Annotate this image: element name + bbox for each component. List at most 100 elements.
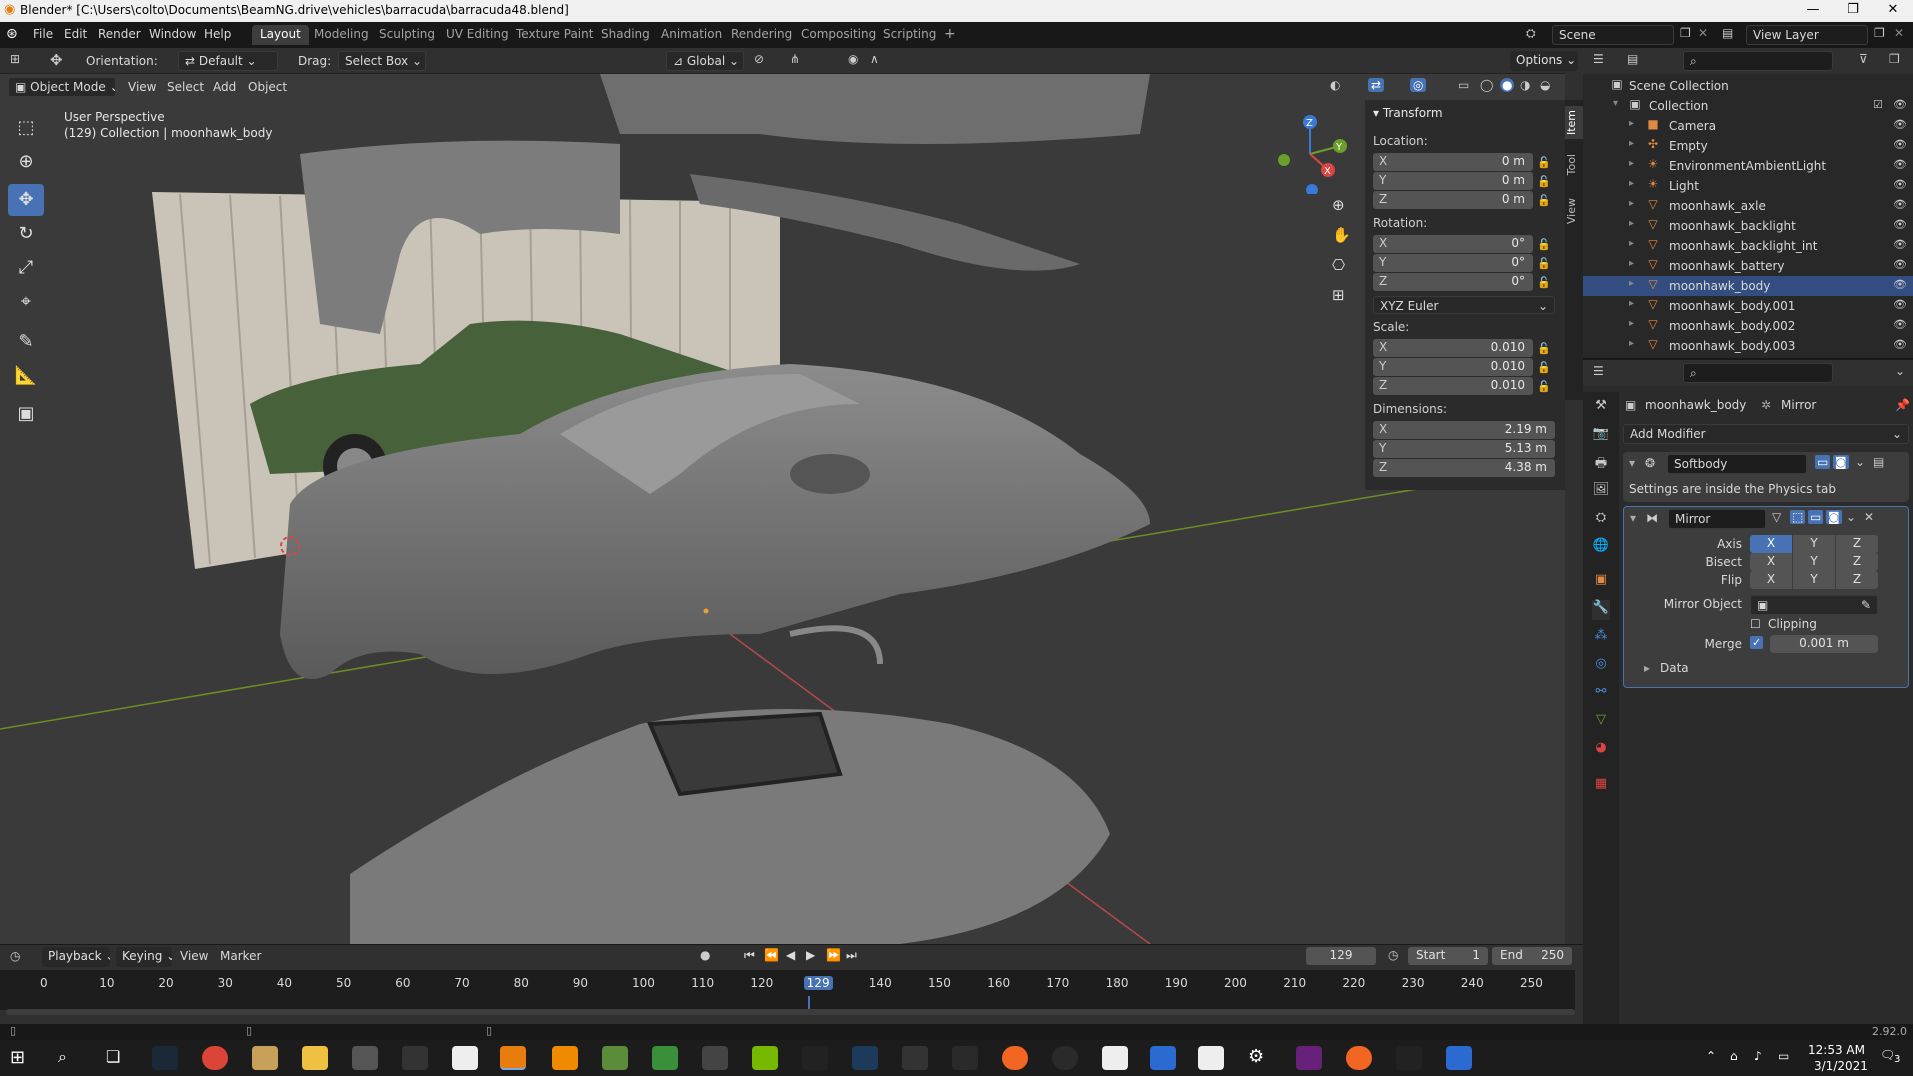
- bisect-y-toggle[interactable]: Y: [1793, 553, 1835, 571]
- particles-properties-icon[interactable]: ⁂: [1592, 628, 1610, 648]
- editmode-toggle-icon[interactable]: ▭: [1815, 455, 1831, 469]
- material-shading-icon[interactable]: ◑: [1520, 78, 1530, 92]
- drag-dropdown[interactable]: Select Box ⌄: [338, 51, 426, 71]
- windows-start-icon[interactable]: ⊞: [10, 1047, 25, 1068]
- proportional-edit-icon[interactable]: ◉: [848, 52, 858, 66]
- output-properties-icon[interactable]: 🖶: [1592, 454, 1610, 474]
- flip-z-toggle[interactable]: Z: [1836, 571, 1878, 589]
- render-toggle-icon[interactable]: ◙: [1826, 510, 1842, 524]
- app-icon[interactable]: [1446, 1046, 1472, 1070]
- jump-keyframe-forward-icon[interactable]: ⏩: [826, 948, 841, 962]
- display-icon[interactable]: ▭: [1778, 1049, 1789, 1063]
- eye-icon[interactable]: 👁: [1893, 338, 1907, 351]
- app-icon[interactable]: [252, 1046, 278, 1070]
- outliner-item-moonhawk-body-002[interactable]: ▸ ▽ moonhawk_body.002 👁: [1583, 316, 1913, 336]
- scene-selector[interactable]: Scene: [1552, 25, 1674, 45]
- eye-icon[interactable]: 👁: [1893, 278, 1907, 291]
- minimize-icon[interactable]: —: [1793, 2, 1833, 17]
- steam-icon[interactable]: [152, 1046, 178, 1070]
- chevron-down-icon[interactable]: ⌄: [1846, 510, 1856, 524]
- 3d-viewport[interactable]: ▣ Object Mode ⌄ View Select Add Object ◐…: [0, 74, 1565, 944]
- lock-icon[interactable]: 🔓: [1537, 380, 1551, 393]
- outliner-item-moonhawk-body-003[interactable]: ▸ ▽ moonhawk_body.003 👁: [1583, 336, 1913, 356]
- menu-window[interactable]: Window: [149, 27, 196, 41]
- axis-z-toggle[interactable]: Z: [1836, 535, 1878, 553]
- move-tool-button[interactable]: ✥: [8, 184, 44, 216]
- display-mode-icon[interactable]: ▤: [1627, 52, 1638, 66]
- location-x-field[interactable]: X0 m: [1373, 153, 1533, 171]
- timeline-scrubber[interactable]: [0, 970, 1575, 1010]
- dimensions-y-field[interactable]: Y 5.13 m: [1373, 440, 1555, 458]
- editor-type-icon[interactable]: ⊞: [10, 52, 20, 66]
- eye-icon[interactable]: 👁: [1893, 118, 1907, 131]
- eye-icon[interactable]: 👁: [1893, 138, 1907, 151]
- vlc-icon[interactable]: [552, 1046, 578, 1070]
- properties-search-input[interactable]: ⌕: [1683, 363, 1833, 383]
- outliner-collection[interactable]: ▾ ▣ Collection ☑ 👁: [1583, 96, 1913, 116]
- eye-icon[interactable]: 👁: [1893, 318, 1907, 331]
- timeline-editor-icon[interactable]: ◷: [10, 949, 20, 963]
- outliner-item-camera[interactable]: ▸ ■ Camera 👁: [1583, 116, 1913, 136]
- modifier-properties-icon[interactable]: 🔧: [1592, 600, 1610, 620]
- view-layer-icon[interactable]: ▤: [1722, 26, 1733, 40]
- current-frame-field[interactable]: 129: [1306, 947, 1376, 965]
- falloff-icon[interactable]: ∧: [870, 52, 879, 66]
- rotate-tool-icon[interactable]: ↻: [8, 218, 44, 250]
- zoom-icon[interactable]: ⊕: [1332, 196, 1345, 214]
- scale-z-field[interactable]: Z 0.010: [1373, 377, 1533, 395]
- search-icon[interactable]: ⌕: [58, 1047, 67, 1067]
- texture-properties-icon[interactable]: ▦: [1592, 776, 1610, 796]
- viewport-menu-select[interactable]: Select: [167, 80, 204, 94]
- data-subpanel[interactable]: Data: [1660, 661, 1689, 675]
- eye-icon[interactable]: 👁: [1893, 158, 1907, 171]
- chevron-down-icon[interactable]: ⌄: [1855, 455, 1865, 469]
- expand-icon[interactable]: ▾: [1613, 98, 1618, 109]
- mirror-name-field[interactable]: Mirror: [1668, 509, 1766, 529]
- collapse-icon[interactable]: ▾: [1630, 511, 1636, 525]
- object-properties-icon[interactable]: ▣: [1592, 572, 1610, 592]
- app-icon[interactable]: [952, 1046, 978, 1070]
- play-reverse-icon[interactable]: ◀: [786, 948, 795, 962]
- add-modifier-dropdown[interactable]: Add Modifier ⌄: [1623, 424, 1909, 444]
- render-properties-icon[interactable]: 📷: [1592, 426, 1610, 446]
- collapse-icon[interactable]: ▾: [1629, 456, 1635, 470]
- outliner-item-moonhawk-axle[interactable]: ▸ ▽ moonhawk_axle 👁: [1583, 196, 1913, 216]
- overlay-toggle-icon[interactable]: ◎: [1410, 78, 1427, 92]
- lock-icon[interactable]: 🔓: [1537, 194, 1551, 207]
- minecraft-icon[interactable]: [602, 1046, 628, 1070]
- outliner-editor-icon[interactable]: ☰: [1593, 52, 1604, 66]
- tab-shading[interactable]: Shading: [593, 25, 658, 45]
- rotation-y-field[interactable]: Y 0°: [1373, 254, 1533, 272]
- timeline-scrollbar[interactable]: [6, 1009, 1575, 1015]
- rotation-x-field[interactable]: X 0°: [1373, 235, 1533, 253]
- apply-icon[interactable]: ▤: [1873, 455, 1884, 469]
- volume-icon[interactable]: ♪: [1754, 1049, 1762, 1063]
- ortho-grid-icon[interactable]: ⊞: [1332, 286, 1345, 304]
- eye-icon[interactable]: 👁: [1893, 238, 1907, 251]
- view-layer-selector[interactable]: View Layer: [1746, 25, 1868, 45]
- app-icon[interactable]: [1052, 1046, 1078, 1070]
- tab-texture-paint[interactable]: Texture Paint: [508, 25, 601, 45]
- flip-x-toggle[interactable]: X: [1750, 571, 1792, 589]
- softbody-name-field[interactable]: Softbody: [1667, 454, 1807, 474]
- store-icon[interactable]: [702, 1046, 728, 1070]
- eye-icon[interactable]: 👁: [1893, 178, 1907, 191]
- scene-icon[interactable]: ⛭: [1526, 26, 1536, 41]
- transform-tool-icon[interactable]: ⌖: [8, 286, 44, 318]
- bisect-z-toggle[interactable]: Z: [1836, 553, 1878, 571]
- menu-render[interactable]: Render: [98, 27, 141, 41]
- lock-icon[interactable]: 🔓: [1537, 276, 1551, 289]
- navigation-gizmo[interactable]: Z Y X: [1270, 114, 1350, 194]
- jump-keyframe-back-icon[interactable]: ⏪: [764, 948, 779, 962]
- scale-tool-icon[interactable]: ⤢: [8, 252, 44, 284]
- viewport-toggle-icon[interactable]: ▭: [1808, 510, 1824, 524]
- dimensions-z-field[interactable]: Z 4.38 m: [1373, 459, 1555, 477]
- app-icon[interactable]: [1150, 1046, 1176, 1070]
- tab-view[interactable]: View: [1565, 194, 1583, 228]
- jump-end-icon[interactable]: ⏭: [846, 948, 857, 963]
- scale-x-field[interactable]: X 0.010: [1373, 339, 1533, 357]
- add-cube-tool-icon[interactable]: ▣: [8, 398, 44, 430]
- notepad-icon[interactable]: [452, 1046, 478, 1070]
- close-icon[interactable]: ✕: [1873, 2, 1913, 17]
- clipping-checkbox[interactable]: ☐: [1750, 617, 1761, 631]
